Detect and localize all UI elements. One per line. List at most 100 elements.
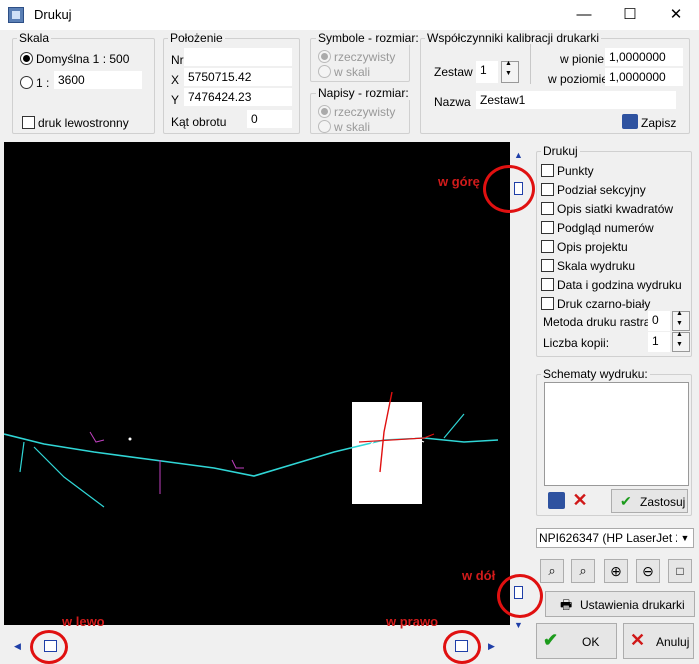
up-highlight-circle	[483, 165, 535, 213]
angle-label: Kąt obrotu	[171, 115, 227, 129]
drukuj-options-label: Drukuj	[541, 144, 580, 158]
copies-spinner[interactable]	[672, 331, 690, 352]
checkmark-icon: ✔	[620, 493, 632, 509]
printer-settings-button[interactable]: 🖶 Ustawienia drukarki	[545, 591, 695, 617]
cancel-x-icon: ✕	[630, 630, 646, 650]
kalibracja-label: Współczynniki kalibracji drukarki	[425, 31, 602, 45]
print-option-label: Podział sekcyjny	[557, 183, 646, 197]
scale-custom-radio[interactable]	[20, 76, 33, 89]
pion-input[interactable]: 1,0000000	[605, 48, 683, 66]
zoom-in-icon[interactable]: ⊕	[604, 559, 628, 583]
print-option-label: Skala wydruku	[557, 259, 636, 273]
print-option-checkbox[interactable]	[541, 259, 554, 272]
scroll-up-arrow-icon[interactable]: ▲	[514, 150, 523, 160]
window-title: Drukuj	[34, 7, 72, 22]
pion-label: w pionie:	[560, 52, 608, 66]
symbole-real-label: rzeczywisty	[334, 50, 396, 64]
skala-label: Skala	[17, 31, 52, 45]
napisy-scale-radio[interactable]	[318, 120, 331, 133]
title-bar: Drukuj — ☐ ✕	[0, 0, 699, 30]
nazwa-label: Nazwa	[434, 95, 471, 109]
map-drawing	[4, 391, 499, 508]
napisy-label: Napisy - rozmiar:	[316, 86, 411, 100]
print-option-label: Opis projektu	[557, 240, 628, 254]
print-option-label: Punkty	[557, 164, 594, 178]
schema-delete-icon[interactable]: ✕	[569, 489, 591, 511]
close-button[interactable]: ✕	[653, 0, 699, 30]
left-annotation: w lewo	[62, 614, 105, 629]
printer-settings-label: Ustawienia drukarki	[580, 598, 685, 612]
print-option-checkbox[interactable]	[541, 164, 554, 177]
scroll-right-arrow-icon[interactable]: ▶	[488, 641, 495, 652]
print-option-label: Opis siatki kwadratów	[557, 202, 674, 216]
raster-input[interactable]: 0	[648, 311, 670, 331]
angle-input[interactable]: 0	[247, 110, 292, 128]
divider	[530, 44, 531, 84]
zoom-extent-icon[interactable]: ⌕	[571, 559, 595, 583]
move-right-icon[interactable]	[455, 640, 468, 652]
y-input[interactable]: 7476424.23	[184, 88, 292, 106]
cancel-label: Anuluj	[656, 635, 690, 649]
x-input[interactable]: 5750715.42	[184, 68, 292, 86]
ok-label: OK	[582, 635, 600, 649]
zoom-window-icon[interactable]: ⌕	[540, 559, 564, 583]
move-down-icon[interactable]	[514, 586, 523, 599]
napisy-real-radio[interactable]	[318, 105, 331, 118]
ok-button[interactable]: ✔ OK	[536, 623, 617, 659]
map-preview-canvas[interactable]	[4, 142, 510, 625]
survey-line	[4, 433, 499, 477]
symbole-scale-label: w skali	[334, 65, 371, 79]
scale-default-radio[interactable]	[20, 52, 33, 65]
chevron-down-icon: ▼	[677, 529, 693, 547]
nr-input[interactable]	[184, 48, 292, 66]
x-label: X	[171, 73, 180, 87]
duplex-checkbox[interactable]	[22, 116, 35, 129]
schematy-label: Schematy wydruku:	[541, 367, 650, 381]
up-annotation: w górę	[438, 174, 480, 189]
duplex-label: druk lewostronny	[38, 116, 129, 130]
y-label: Y	[171, 93, 180, 107]
zoom-page-icon[interactable]: □	[668, 559, 692, 583]
maximize-button[interactable]: ☐	[607, 0, 653, 30]
printer-icon: 🖶	[560, 597, 573, 612]
scale-custom-input[interactable]: 3600	[54, 71, 142, 89]
print-option-checkbox[interactable]	[541, 240, 554, 253]
poziom-input[interactable]: 1,0000000	[605, 68, 683, 86]
zestaw-spinner[interactable]	[501, 60, 519, 83]
minimize-button[interactable]: —	[561, 0, 607, 30]
move-left-icon[interactable]	[44, 640, 57, 652]
print-option-checkbox[interactable]	[541, 278, 554, 291]
schematy-list[interactable]	[544, 382, 689, 486]
scroll-down-arrow-icon[interactable]: ▼	[514, 620, 523, 630]
print-option-label: Data i godzina wydruku	[557, 278, 682, 292]
print-option-checkbox[interactable]	[541, 183, 554, 196]
scale-default-label: Domyślna 1 : 500	[36, 52, 130, 66]
save-button[interactable]: Zapisz	[641, 116, 676, 130]
print-option-checkbox[interactable]	[541, 221, 554, 234]
raster-spinner[interactable]	[672, 310, 690, 331]
right-annotation: w prawo	[386, 614, 439, 629]
napisy-real-label: rzeczywisty	[334, 105, 396, 119]
symbole-real-radio[interactable]	[318, 50, 331, 63]
print-option-checkbox[interactable]	[541, 202, 554, 215]
zoom-out-icon[interactable]: ⊖	[636, 559, 660, 583]
print-option-checkbox[interactable]	[541, 297, 554, 310]
scroll-left-arrow-icon[interactable]: ◀	[14, 641, 21, 652]
apply-label: Zastosuj	[640, 495, 686, 509]
nazwa-input[interactable]: Zestaw1	[476, 91, 676, 109]
schema-save-icon[interactable]	[548, 492, 565, 509]
zestaw-input[interactable]: 1	[476, 61, 498, 83]
raster-label: Metoda druku rastra:	[543, 315, 654, 329]
ok-check-icon: ✔	[543, 630, 559, 650]
print-option-label: Druk czarno-biały	[557, 297, 651, 311]
cancel-button[interactable]: ✕ Anuluj	[623, 623, 694, 659]
printer-selected: NPI626347 (HP LaserJet 200	[539, 531, 694, 545]
scale-custom-prefix: 1 :	[36, 76, 50, 90]
copies-input[interactable]: 1	[648, 332, 670, 352]
copies-label: Liczba kopii:	[543, 336, 610, 350]
symbole-scale-radio[interactable]	[318, 65, 331, 78]
apply-button[interactable]: ✔ Zastosuj	[611, 489, 688, 513]
print-option-label: Podgląd numerów	[557, 221, 654, 235]
printer-select[interactable]: NPI626347 (HP LaserJet 200 ▼	[536, 528, 694, 548]
napisy-scale-label: w skali	[334, 120, 371, 134]
